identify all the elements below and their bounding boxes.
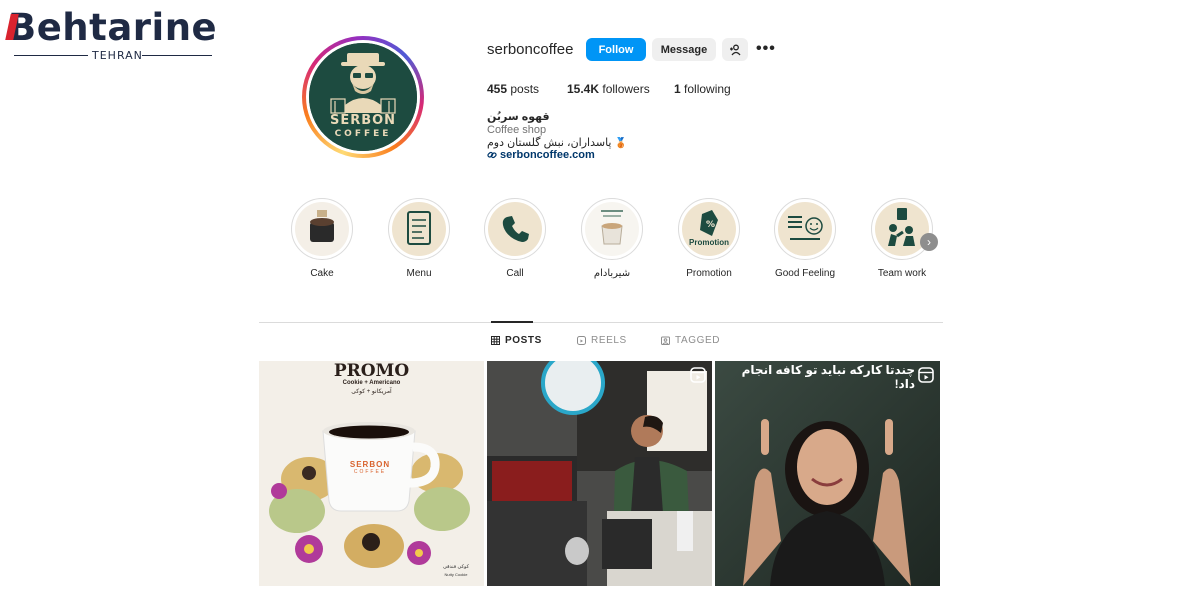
tab-tagged-label: TAGGED <box>675 335 721 346</box>
bio-text: پاسداران، نبش گلستان دوم <box>487 137 612 149</box>
posts-count: 455 <box>487 82 508 96</box>
brand-logo: Behtarine TEHRAN <box>5 6 217 62</box>
highlight-menu[interactable]: Menu <box>379 198 459 279</box>
tab-reels-label: REELS <box>591 335 627 346</box>
medal-icon: 🥉 <box>614 138 628 149</box>
highlight-label: Menu <box>406 268 432 279</box>
cup-brand-subtext: COFFEE <box>353 469 387 475</box>
highlight-promotion[interactable]: % Promotion Promotion <box>669 198 749 279</box>
team-icon <box>875 202 929 256</box>
post-tile[interactable]: چندتا کارکه نباید تو کافه انجام داد! <box>715 361 940 586</box>
add-user-icon <box>730 44 741 55</box>
smiley-icon <box>778 202 832 256</box>
highlight-almond-milk[interactable]: شیربادام <box>572 198 652 279</box>
avatar: SERBON COFFEE <box>309 43 417 151</box>
highlight-label: Cake <box>310 268 334 279</box>
reel-icon <box>918 367 934 383</box>
brand-divider <box>142 55 212 56</box>
tabs-divider <box>259 322 943 323</box>
follow-button[interactable]: Follow <box>586 38 646 61</box>
post-tile[interactable] <box>487 361 712 586</box>
highlight-cake[interactable]: Cake <box>282 198 362 279</box>
highlight-label: Good Feeling <box>774 268 836 279</box>
brand-subtitle: TEHRAN <box>92 49 143 62</box>
post-promo-subtitle-fa: آمریکانو + کوکی <box>351 389 392 395</box>
grid-icon <box>491 336 500 345</box>
cup-icon <box>585 202 639 256</box>
highlight-good-feeling[interactable]: Good Feeling <box>765 198 845 279</box>
profile-username: serboncoffee <box>487 41 574 58</box>
highlight-call[interactable]: Call <box>475 198 555 279</box>
tab-posts-label: POSTS <box>505 335 542 346</box>
website-url: serboncoffee.com <box>500 149 595 161</box>
message-button[interactable]: Message <box>652 38 716 61</box>
discount-tag-icon: % Promotion <box>682 202 736 256</box>
post-tile[interactable]: PROMO Cookie + Americano آمریکانو + کوکی… <box>259 361 484 586</box>
profile-category: Coffee shop <box>487 124 547 136</box>
cake-icon <box>295 202 349 256</box>
menu-icon <box>392 202 446 256</box>
link-icon <box>487 151 497 159</box>
suggest-user-button[interactable] <box>722 38 748 61</box>
post-promo-title: PROMO <box>333 361 410 381</box>
post-corner-text: کوکی فندقی <box>443 564 469 570</box>
brand-name: Behtarine <box>8 6 218 49</box>
tab-posts[interactable]: POSTS <box>491 335 542 346</box>
brand-divider <box>14 55 88 56</box>
following-label: following <box>684 82 731 96</box>
svg-text:%: % <box>706 220 715 230</box>
avatar-brand-subtext: COFFEE <box>334 129 392 139</box>
phone-icon <box>488 202 542 256</box>
following-count: 1 <box>674 82 681 96</box>
post-promo-subtitle: Cookie + Americano <box>342 380 401 386</box>
highlight-label: شیربادام <box>593 268 631 279</box>
woman-reel-thumbnail <box>715 361 940 586</box>
tab-reels[interactable]: REELS <box>577 335 627 346</box>
barista-reel-thumbnail <box>487 361 712 586</box>
highlights-next-button[interactable]: › <box>920 233 938 251</box>
reel-caption: چندتا کارکه نباید تو کافه انجام داد! <box>741 363 915 391</box>
profile-avatar-story-ring[interactable]: SERBON COFFEE <box>302 36 424 158</box>
profile-bio: پاسداران، نبش گلستان دوم 🥉 <box>487 136 627 149</box>
cup-brand-text: SERBON <box>349 460 391 469</box>
highlight-label: Promotion <box>686 268 732 279</box>
reels-icon <box>577 336 586 345</box>
post-corner-text-en: Nutty Cookie <box>444 572 468 577</box>
posts-label: posts <box>510 82 540 96</box>
chevron-right-icon: › <box>927 235 931 249</box>
tab-tagged[interactable]: TAGGED <box>661 335 720 346</box>
avatar-brand-text: SERBON <box>329 113 397 128</box>
reel-icon <box>690 367 706 383</box>
following-stat[interactable]: 1 following <box>674 82 731 96</box>
followers-stat[interactable]: 15.4K followers <box>567 82 650 96</box>
promotion-badge-text: Promotion <box>689 238 729 247</box>
posts-count-stat: 455 posts <box>487 82 539 96</box>
more-options-icon[interactable]: ••• <box>756 40 776 58</box>
highlight-label: Call <box>506 268 524 279</box>
followers-count: 15.4K <box>567 82 600 96</box>
highlight-label: Team work <box>877 268 927 279</box>
profile-full-name: قهوه سربُن <box>487 111 550 123</box>
website-link[interactable]: serboncoffee.com <box>487 149 595 161</box>
tagged-icon <box>661 336 670 345</box>
active-tab-indicator <box>491 321 533 323</box>
followers-label: followers <box>602 82 650 96</box>
